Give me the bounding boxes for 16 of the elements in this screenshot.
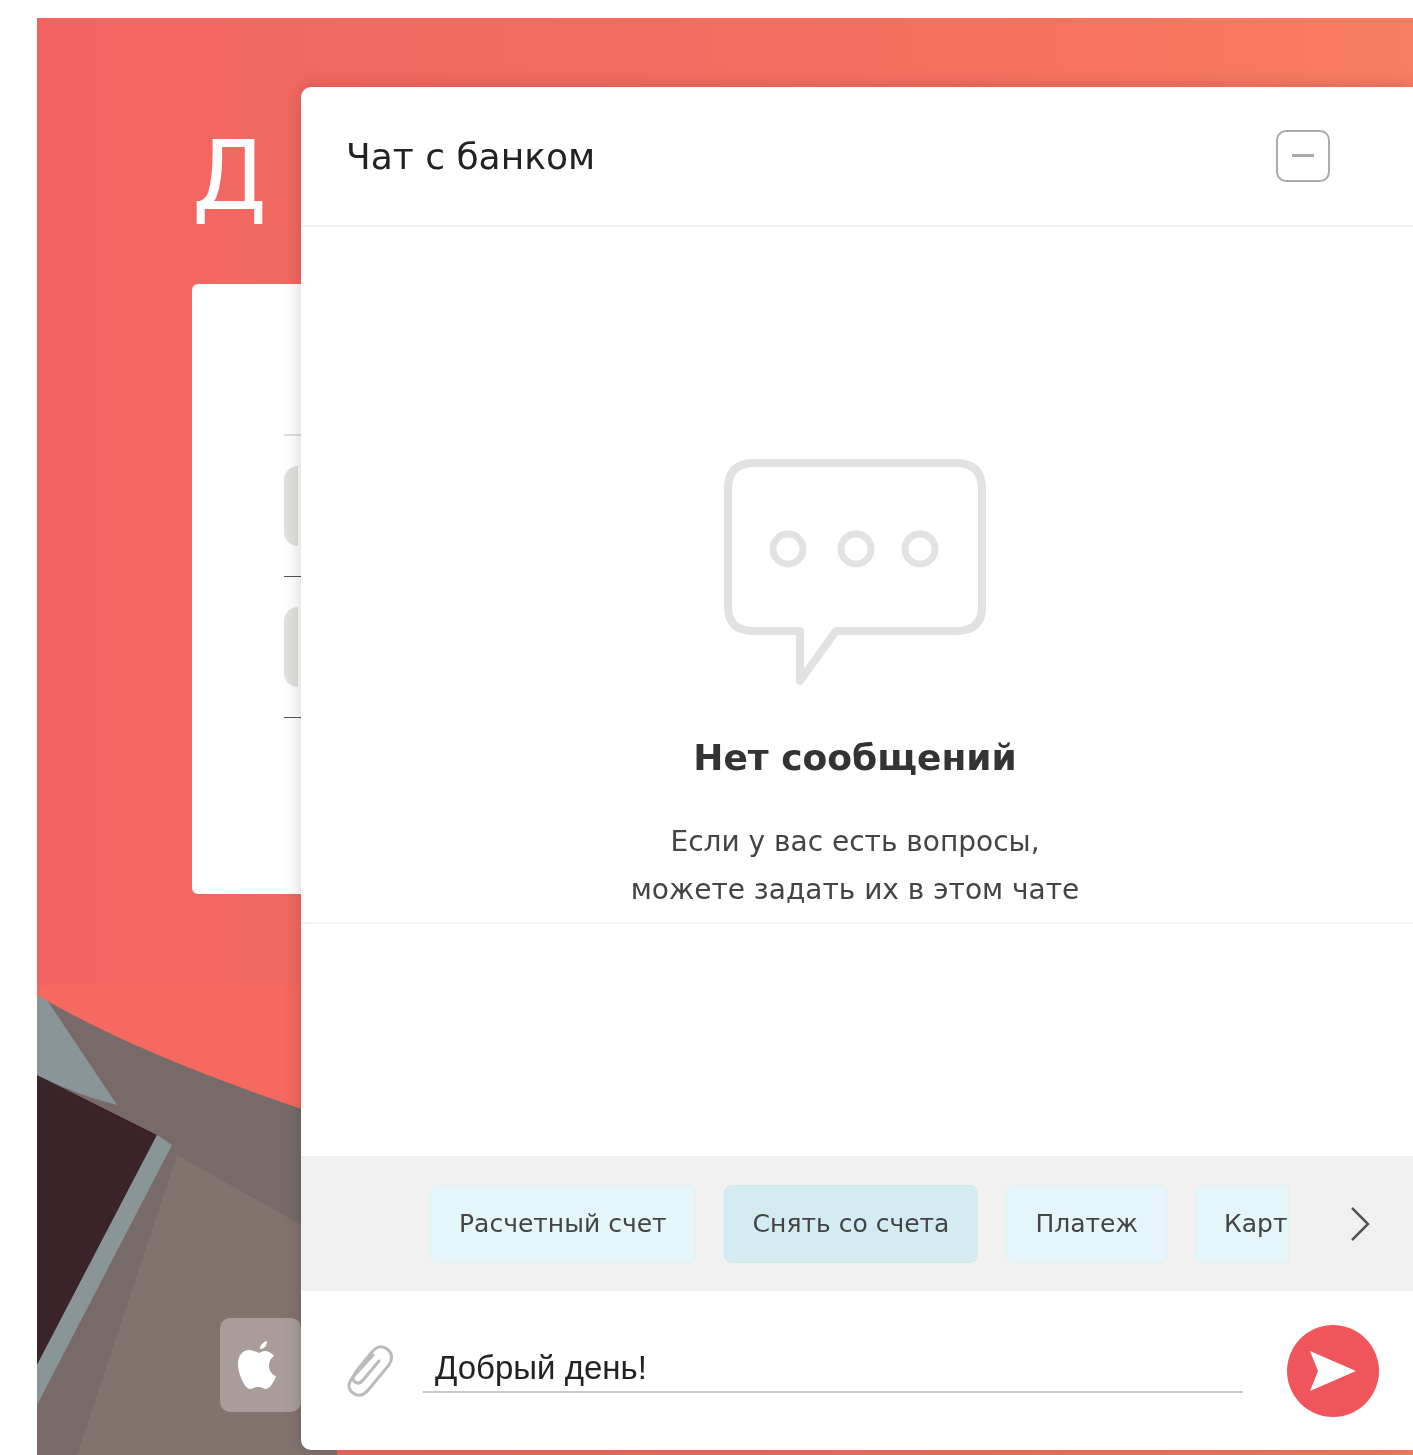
empty-hint: Если у вас есть вопросы, можете задать их в этом чате bbox=[630, 824, 1080, 908]
quick-reply-chip[interactable]: Снять со счета bbox=[723, 1184, 979, 1263]
empty-title: Нет сообщений bbox=[693, 737, 1017, 778]
next-button[interactable] bbox=[1350, 1205, 1370, 1242]
minimize-button[interactable] bbox=[1276, 130, 1330, 182]
quick-reply-chip[interactable]: Карт bbox=[1195, 1184, 1289, 1263]
chevron-right-icon bbox=[1350, 1205, 1370, 1242]
quick-reply-chip[interactable]: Расчетный счет bbox=[430, 1184, 696, 1263]
app-store-button[interactable] bbox=[220, 1318, 301, 1412]
chat-title: Чат с банком bbox=[346, 135, 597, 177]
minus-icon bbox=[1292, 154, 1314, 158]
quick-reply-chip[interactable]: Платеж bbox=[1006, 1184, 1168, 1263]
page-heading: Д bbox=[192, 128, 267, 224]
message-field[interactable]: Добрый день! bbox=[423, 1348, 1243, 1393]
send-icon bbox=[1308, 1348, 1358, 1393]
chat-bubble-icon bbox=[724, 459, 986, 687]
